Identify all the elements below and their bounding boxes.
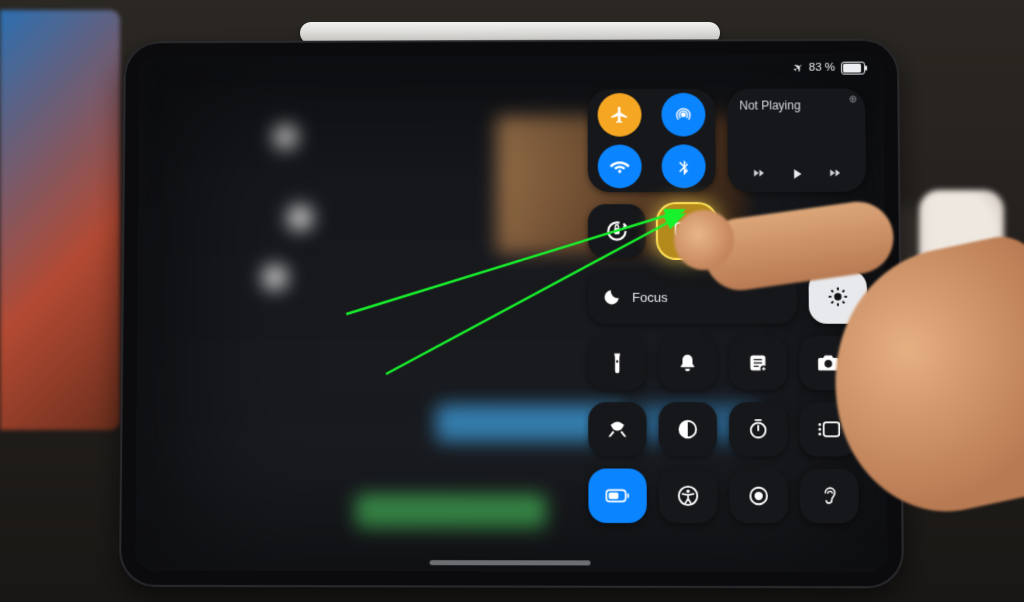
battery-percentage: 83 % — [809, 62, 835, 74]
now-playing-title: Not Playing — [739, 98, 853, 112]
airplane-mode-toggle[interactable] — [598, 93, 642, 137]
music-recognition-button[interactable] — [588, 402, 646, 456]
orientation-lock-button[interactable] — [588, 204, 646, 258]
focus-label: Focus — [632, 289, 668, 304]
battery-icon — [841, 61, 865, 74]
dark-mode-button[interactable] — [659, 402, 718, 456]
now-playing-expand-icon[interactable]: ⊕ — [849, 94, 857, 105]
home-indicator[interactable] — [430, 560, 591, 565]
airplane-icon: ✈︎ — [790, 59, 806, 76]
accessibility-shortcut-button[interactable] — [659, 469, 718, 524]
flashlight-button[interactable] — [588, 336, 646, 390]
status-bar: ✈︎ 83 % — [793, 61, 865, 75]
background-laptop — [0, 10, 120, 430]
bluetooth-toggle[interactable] — [662, 144, 706, 188]
wifi-toggle[interactable] — [598, 145, 642, 189]
low-power-mode-button[interactable] — [588, 469, 647, 524]
connectivity-tile[interactable] — [588, 89, 716, 192]
user-hand — [744, 150, 1024, 510]
airdrop-toggle[interactable] — [661, 93, 705, 137]
silent-mode-button[interactable] — [658, 336, 716, 390]
